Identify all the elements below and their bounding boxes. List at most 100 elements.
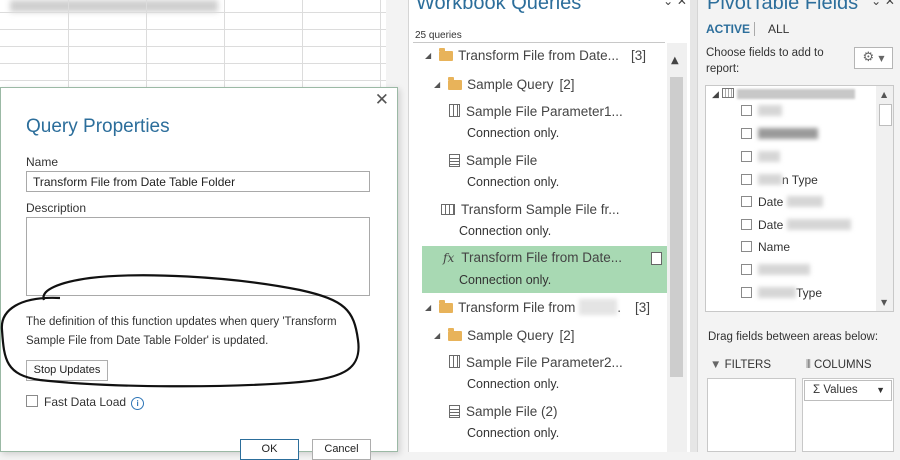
query-group-count: [2] <box>559 77 575 92</box>
field-checkbox[interactable] <box>741 264 752 275</box>
query-item[interactable]: Sample File <box>449 153 537 168</box>
field-item[interactable]: Date <box>741 195 823 209</box>
query-status: Connection only. <box>467 377 560 391</box>
dialog-title: Query Properties <box>26 116 170 137</box>
blurred-cell-content <box>10 0 218 12</box>
folder-icon <box>439 300 454 313</box>
field-checkbox[interactable] <box>741 241 752 252</box>
field-checkbox[interactable] <box>741 128 752 139</box>
query-group-label: Transform File from <box>458 300 576 315</box>
field-item[interactable] <box>741 127 818 141</box>
table-icon <box>441 204 455 215</box>
query-group[interactable]: ◢ Sample Query [2] <box>434 77 574 92</box>
collapse-icon[interactable]: ◢ <box>712 90 719 100</box>
parameter-icon <box>449 104 460 117</box>
field-item[interactable]: Name <box>741 240 790 254</box>
hand-drawn-circle-annotation <box>0 274 360 388</box>
query-item[interactable]: Sample File Parameter1... <box>449 104 623 119</box>
pane-options-icon[interactable]: ⌄ ✕ <box>663 0 687 8</box>
pane-options-icon[interactable]: ⌄ ✕ <box>871 0 895 8</box>
field-table-root[interactable]: ◢ <box>712 88 855 100</box>
field-checkbox[interactable] <box>741 151 752 162</box>
columns-label: COLUMNS <box>814 359 872 371</box>
field-checkbox[interactable] <box>741 196 752 207</box>
description-label: Description <box>26 201 87 215</box>
query-item[interactable]: Sample File Parameter2... <box>449 355 623 370</box>
values-label: Values <box>823 384 858 396</box>
scroll-up-icon[interactable]: ▲ <box>671 55 679 66</box>
values-field-pill[interactable]: Σ Values ▼ <box>804 380 892 401</box>
query-item[interactable]: Transform Sample File fr... <box>441 202 620 217</box>
collapse-icon[interactable]: ◢ <box>425 51 431 60</box>
folder-icon <box>448 328 463 341</box>
folder-icon <box>448 77 463 90</box>
query-label: Sample File Parameter1... <box>466 104 623 119</box>
field-list[interactable]: ◢ n Type Date Date Name Type ▲ ▼ <box>705 85 894 312</box>
ok-button[interactable]: OK <box>240 439 299 460</box>
query-group-label: Transform File from Date... <box>458 48 619 63</box>
field-label: Date <box>758 195 784 209</box>
cancel-button[interactable]: Cancel <box>312 439 371 460</box>
scroll-up-icon[interactable]: ▲ <box>881 90 887 99</box>
field-item[interactable] <box>741 104 782 118</box>
tab-active[interactable]: ACTIVE <box>706 22 750 36</box>
query-group-count: [2] <box>559 328 575 343</box>
redacted-text <box>758 105 782 116</box>
close-icon[interactable]: ✕ <box>375 92 389 109</box>
info-icon[interactable]: i <box>131 397 145 410</box>
redacted-text <box>758 174 782 185</box>
folder-icon <box>439 48 454 61</box>
parameter-icon <box>449 355 460 368</box>
name-field[interactable] <box>26 171 370 192</box>
filter-icon: ▼ <box>710 359 722 371</box>
field-checkbox[interactable] <box>741 287 752 298</box>
grid-row-line <box>0 63 386 64</box>
filters-drop-area[interactable] <box>707 378 796 452</box>
file-icon <box>449 405 460 418</box>
tab-all[interactable]: ALL <box>768 22 789 36</box>
field-item[interactable]: n Type <box>741 173 818 187</box>
query-preview-icon[interactable] <box>651 252 662 265</box>
field-checkbox[interactable] <box>741 174 752 185</box>
chevron-down-icon[interactable]: ▼ <box>876 381 885 400</box>
field-checkbox[interactable] <box>741 105 752 116</box>
field-item[interactable] <box>741 150 780 164</box>
fast-data-load-checkbox[interactable] <box>26 395 38 407</box>
query-label: Sample File (2) <box>466 404 558 419</box>
field-item[interactable]: Date <box>741 218 851 232</box>
table-icon <box>721 88 734 98</box>
collapse-icon[interactable]: ◢ <box>434 331 440 340</box>
workbook-queries-pane: Workbook Queries ⌄ ✕ 25 queries ◢ Transfo… <box>408 0 691 452</box>
collapse-icon[interactable]: ◢ <box>425 303 431 312</box>
scroll-down-icon[interactable]: ▼ <box>881 298 887 307</box>
scrollbar-thumb[interactable] <box>670 77 683 377</box>
query-item[interactable]: Sample File (2) <box>449 404 558 419</box>
name-label: Name <box>26 155 59 169</box>
redacted-text <box>758 128 818 139</box>
query-group[interactable]: ◢ Sample Query [2] <box>434 328 574 343</box>
redacted-text <box>786 219 851 230</box>
fields-scrollbar[interactable]: ▲ ▼ <box>876 86 893 311</box>
grid-col-line <box>68 0 69 100</box>
grid-col-line <box>302 0 303 100</box>
workbook-queries-title: Workbook Queries <box>416 0 582 14</box>
query-status: Connection only. <box>459 273 552 287</box>
field-list-settings-button[interactable]: ⚙ ▼ <box>854 47 893 69</box>
field-checkbox[interactable] <box>741 219 752 230</box>
pane-splitter[interactable] <box>690 0 697 452</box>
queries-scrollbar[interactable]: ▲ <box>667 43 687 452</box>
scrollbar-thumb[interactable] <box>879 104 892 126</box>
query-group-label: Sample Query <box>467 77 554 92</box>
query-group[interactable]: ◢ Transform File from . [3] <box>425 299 650 315</box>
query-status: Connection only. <box>459 224 552 238</box>
query-group[interactable]: ◢ Transform File from Date... [3] <box>425 48 646 63</box>
field-item[interactable] <box>741 263 810 277</box>
field-item[interactable]: Type <box>741 286 822 300</box>
fast-data-load-option[interactable]: Fast Data Load i <box>26 395 145 410</box>
redacted-text <box>579 299 618 315</box>
query-label: Sample File Parameter2... <box>466 355 623 370</box>
query-group-label: Sample Query <box>467 328 554 343</box>
collapse-icon[interactable]: ◢ <box>434 80 440 89</box>
field-label: Type <box>796 286 823 300</box>
query-item-selected[interactable]: fx Transform File from Date... <box>443 250 622 265</box>
